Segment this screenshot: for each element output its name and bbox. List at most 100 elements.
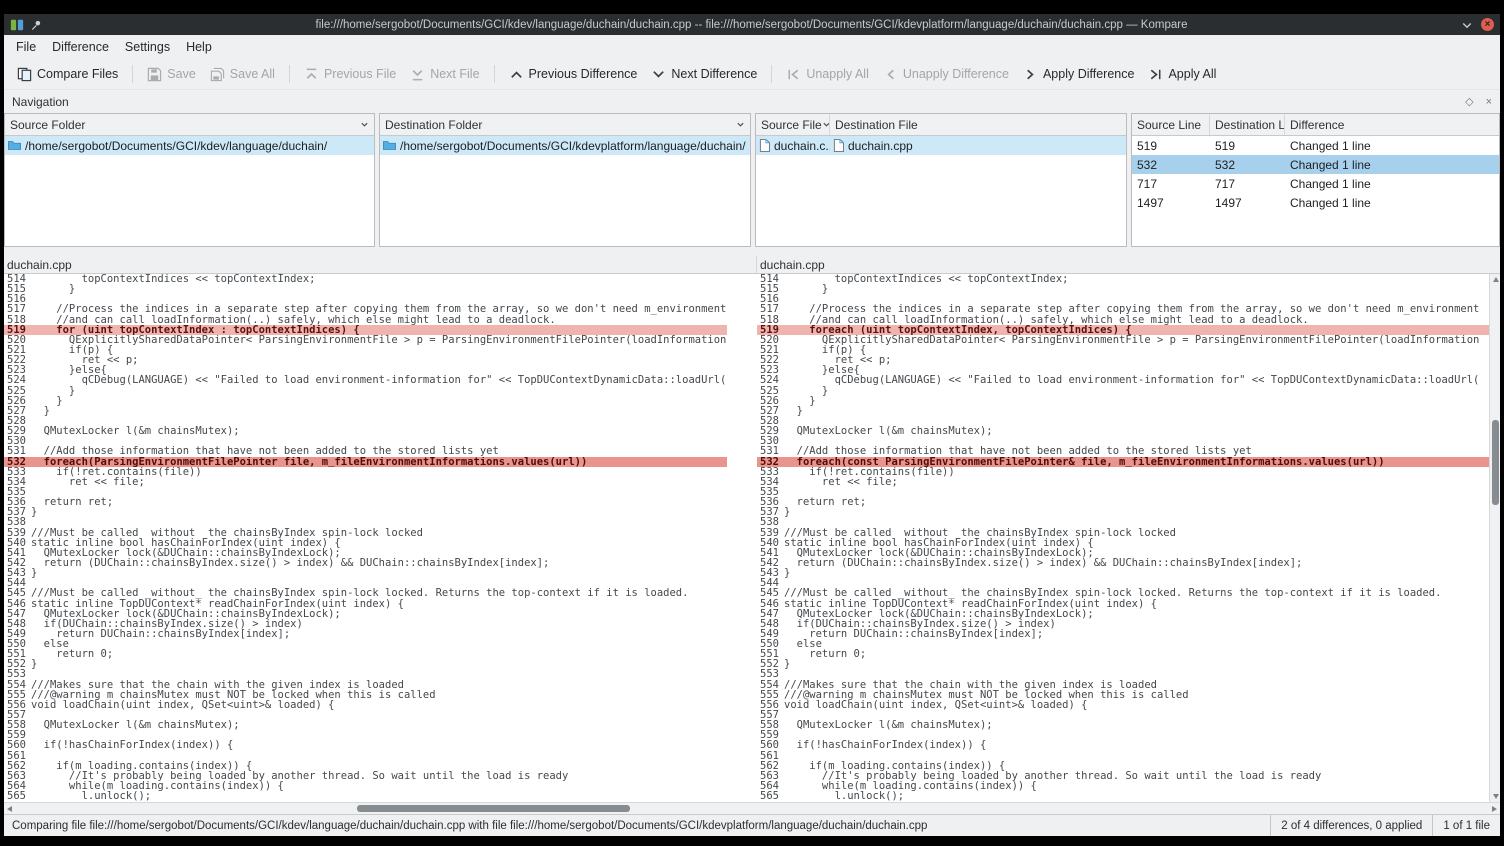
vertical-scrollbar[interactable]: [1489, 274, 1500, 802]
close-dock-icon[interactable]: ×: [1486, 96, 1492, 108]
code-line: 559: [4, 730, 727, 740]
code-line: 565 l.unlock();: [757, 791, 1489, 801]
code-text: ///Makes sure that the chain with the gi…: [784, 680, 1489, 690]
destination-line-column-header[interactable]: Destination Line: [1210, 114, 1285, 135]
code-line: 544: [757, 578, 1489, 588]
chevron-down-icon[interactable]: [736, 120, 745, 129]
code-line: 515 }: [757, 284, 1489, 294]
code-line: 556void loadChain(uint index, QSet<uint>…: [4, 700, 727, 710]
compare-icon: [17, 67, 32, 82]
code-line: 548 if(DUChain::chainsByIndex.size() > i…: [757, 619, 1489, 629]
scroll-left-arrow-icon[interactable]: [7, 806, 12, 812]
code-line: 517 //Process the indices in a separate …: [757, 304, 1489, 314]
unapply-all-button[interactable]: Unapply All: [779, 64, 876, 85]
menu-difference[interactable]: Difference: [44, 35, 117, 59]
destination-file-column-header[interactable]: Destination File: [830, 114, 1126, 135]
float-dock-icon[interactable]: ◇: [1465, 95, 1473, 108]
prev-file-icon: [304, 67, 319, 82]
code-line: 528: [4, 416, 727, 426]
difference-row[interactable]: 14971497Changed 1 line: [1132, 193, 1499, 212]
file-icon: [833, 139, 844, 152]
code-text: ///@warning m_chainsMutex must NOT be lo…: [31, 690, 727, 700]
apply-all-button[interactable]: Apply All: [1141, 64, 1223, 85]
code-text: [31, 751, 727, 761]
previous-difference-button[interactable]: Previous Difference: [502, 64, 645, 85]
code-line: 518 //and can call loadInformation(..) s…: [4, 315, 727, 325]
code-text: if(p) {: [784, 345, 1489, 355]
apply-difference-button[interactable]: Apply Difference: [1016, 64, 1142, 85]
compare-files-button[interactable]: Compare Files: [10, 64, 125, 85]
difference-column-header[interactable]: Difference: [1285, 114, 1499, 135]
destination-folder-item[interactable]: /home/sergobot/Documents/GCI/kdevplatfor…: [380, 136, 750, 155]
code-line: 525 }: [4, 386, 727, 396]
vertical-scrollbar-handle[interactable]: [1492, 420, 1499, 505]
code-line: 532 foreach(ParsingEnvironmentFilePointe…: [4, 457, 727, 467]
difference-row[interactable]: 717717Changed 1 line: [1132, 174, 1499, 193]
destination-folder-column-header[interactable]: Destination Folder: [380, 114, 750, 136]
code-text: }: [31, 507, 727, 517]
code-line: 563 //It's probably being loaded by anot…: [757, 771, 1489, 781]
code-text: ///Must be called _without_ the chainsBy…: [784, 588, 1489, 598]
source-file-column-header[interactable]: Source File: [756, 114, 830, 135]
code-text: else: [31, 639, 727, 649]
destination-pane[interactable]: 514 topContextIndices << topContextIndex…: [757, 274, 1489, 802]
menu-file[interactable]: File: [8, 35, 44, 59]
source-folder-item[interactable]: /home/sergobot/Documents/GCI/kdev/langua…: [5, 136, 374, 155]
close-window-button[interactable]: ×: [1481, 18, 1494, 31]
code-line: 531 //Add those information that have no…: [757, 446, 1489, 456]
unapply-difference-button[interactable]: Unapply Difference: [876, 64, 1016, 85]
code-line: 542 return (DUChain::chainsByIndex.size(…: [4, 558, 727, 568]
previous-file-button[interactable]: Previous File: [297, 64, 403, 85]
code-text: if(p) {: [31, 345, 727, 355]
pin-icon[interactable]: [30, 19, 42, 31]
scroll-right-arrow-icon[interactable]: [1492, 806, 1497, 812]
code-text: }: [31, 386, 727, 396]
code-text: foreach(const ParsingEnvironmentFilePoin…: [784, 457, 1489, 467]
source-folder-column-header[interactable]: Source Folder: [5, 114, 374, 136]
shade-window-icon[interactable]: [1461, 19, 1473, 31]
file-icon: [759, 139, 770, 152]
code-text: ///Makes sure that the chain with the gi…: [31, 680, 727, 690]
source-folder-path: /home/sergobot/Documents/GCI/kdev/langua…: [25, 139, 327, 153]
next-file-button[interactable]: Next File: [403, 64, 486, 85]
code-line: 533 if(!ret.contains(file)): [757, 467, 1489, 477]
code-text: [31, 669, 727, 679]
line-number: 545: [4, 588, 31, 598]
code-line: 517 //Process the indices in a separate …: [4, 304, 727, 314]
source-pane[interactable]: 514 topContextIndices << topContextIndex…: [4, 274, 757, 802]
code-text: while(m_loading.contains(index)) {: [31, 781, 727, 791]
chevron-down-icon[interactable]: [360, 120, 369, 129]
difference-row[interactable]: 532532Changed 1 line: [1132, 155, 1499, 174]
difference-row[interactable]: 519519Changed 1 line: [1132, 136, 1499, 155]
code-line: 519 for (uint topContextIndex : topConte…: [4, 325, 727, 335]
code-line: 539///Must be called _without_ the chain…: [757, 528, 1489, 538]
code-text: ///@warning m_chainsMutex must NOT be lo…: [784, 690, 1489, 700]
menu-help[interactable]: Help: [178, 35, 220, 59]
toolbar: Compare FilesSaveSave AllPrevious FileNe…: [4, 59, 1500, 90]
code-line: 530: [757, 436, 1489, 446]
code-text: QMutexLocker lock(&DUChain::chainsByInde…: [31, 609, 727, 619]
titlebar[interactable]: file:///home/sergobot/Documents/GCI/kdev…: [4, 14, 1500, 35]
code-text: [784, 416, 1489, 426]
code-line: 515 }: [4, 284, 727, 294]
file-pair-row[interactable]: duchain.c... duchain.cpp: [756, 136, 1126, 155]
code-text: foreach (uint topContextIndex, topContex…: [784, 325, 1489, 335]
save-all-button[interactable]: Save All: [203, 64, 282, 85]
scroll-down-arrow-icon[interactable]: [1493, 794, 1499, 799]
toolbar-separator: [771, 65, 772, 83]
horizontal-scrollbar[interactable]: [4, 802, 1500, 814]
code-text: return DUChain::chainsByIndex[index];: [31, 629, 727, 639]
code-text: static inline bool hasChainForIndex(uint…: [31, 538, 727, 548]
chevron-down-icon[interactable]: [822, 120, 830, 129]
horizontal-scrollbar-handle[interactable]: [357, 805, 630, 812]
source-line-column-header[interactable]: Source Line: [1132, 114, 1210, 135]
code-line: 564 while(m_loading.contains(index)) {: [757, 781, 1489, 791]
code-text: [784, 294, 1489, 304]
scroll-up-arrow-icon[interactable]: [1493, 277, 1499, 282]
differences-list: 519519Changed 1 line532532Changed 1 line…: [1132, 136, 1499, 246]
menu-settings[interactable]: Settings: [117, 35, 178, 59]
folder-icon: [383, 140, 396, 151]
save-button[interactable]: Save: [140, 64, 203, 85]
next-difference-button[interactable]: Next Difference: [644, 64, 764, 85]
code-text: else: [784, 639, 1489, 649]
